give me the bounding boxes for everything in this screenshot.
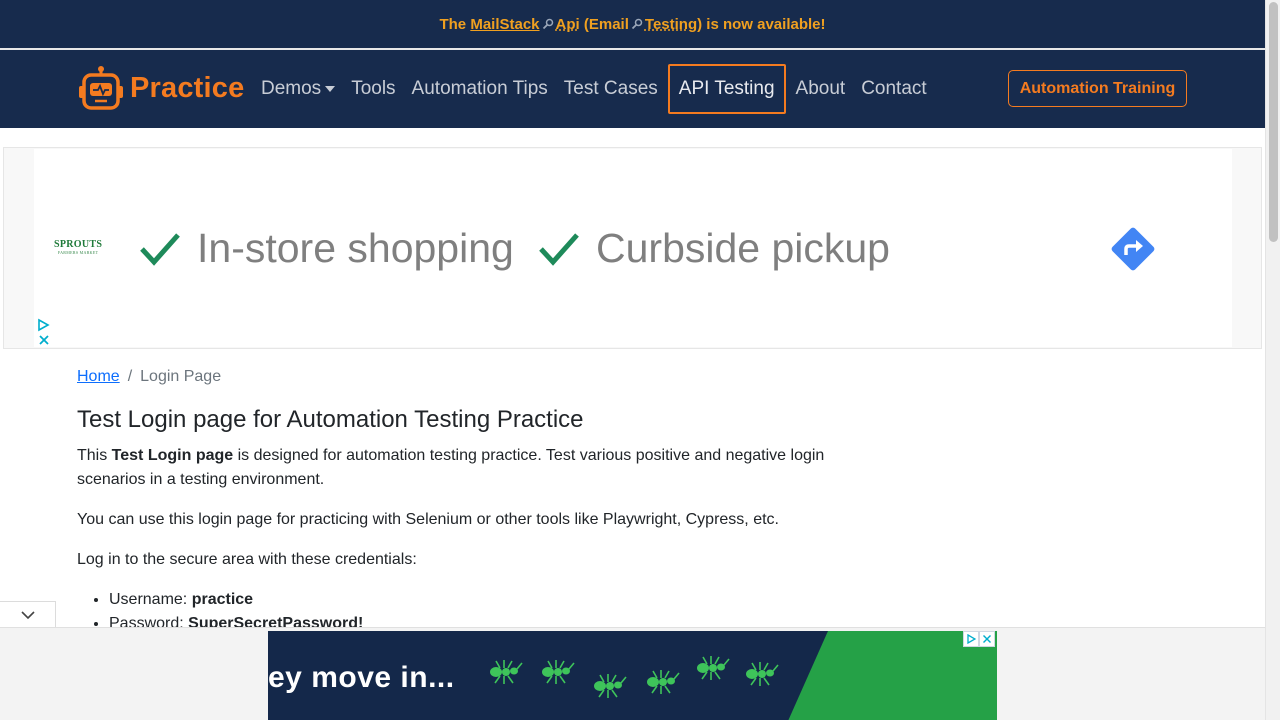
- collapse-ad-button[interactable]: [0, 601, 56, 627]
- bottom-ad-headline: ey move in...: [268, 661, 455, 694]
- intro-paragraph: This Test Login page is designed for aut…: [77, 444, 867, 492]
- navbar: Practice Demos Tools Automation Tips Tes…: [0, 50, 1265, 128]
- announcement-suffix: ) is now available!: [697, 15, 826, 33]
- bottom-ad-creative[interactable]: ey move in...: [268, 631, 997, 720]
- nav-about[interactable]: About: [788, 64, 854, 114]
- bottom-ad-controls: [963, 631, 995, 647]
- ad-brand-logo: SPROUTS FARMERS MARKET: [54, 239, 102, 255]
- close-icon[interactable]: [979, 631, 995, 647]
- ant-icon: [542, 660, 575, 684]
- ad-content[interactable]: SPROUTS FARMERS MARKET In-store shopping…: [34, 149, 1232, 347]
- search-icon: [542, 18, 553, 30]
- username-label: Username:: [109, 591, 192, 608]
- testing-link[interactable]: Testing: [645, 16, 697, 33]
- credentials-intro: Log in to the secure area with these cre…: [77, 551, 417, 568]
- nav-contact[interactable]: Contact: [853, 64, 934, 114]
- search-icon: [631, 18, 643, 30]
- adchoices-icon[interactable]: [963, 631, 979, 647]
- tools-paragraph: You can use this login page for practici…: [77, 511, 779, 528]
- check-icon: [140, 233, 180, 266]
- ant-icon: [697, 656, 730, 680]
- announcement-email-open: (Email: [583, 15, 629, 33]
- chevron-down-icon: [325, 86, 336, 92]
- username-value: practice: [191, 591, 254, 608]
- nav-automation-tips[interactable]: Automation Tips: [404, 64, 556, 114]
- announcement-prefix: The: [439, 15, 467, 33]
- page-title: Test Login page for Automation Testing P…: [77, 406, 584, 433]
- breadcrumb-current: Login Page: [140, 368, 222, 385]
- announcement-bar: The MailStack Api (Email Testing ) is no…: [0, 0, 1265, 48]
- ad-brand-logo-sub: FARMERS MARKET: [57, 250, 99, 255]
- intro-pre: This: [77, 447, 112, 464]
- close-icon[interactable]: [38, 334, 50, 346]
- ad-banner[interactable]: SPROUTS FARMERS MARKET In-store shopping…: [3, 147, 1262, 349]
- nav-api-testing[interactable]: API Testing: [667, 64, 786, 114]
- ad-brand-logo-text: SPROUTS: [54, 239, 103, 250]
- nav-demos[interactable]: Demos: [253, 64, 343, 114]
- breadcrumb: Home / Login Page: [77, 368, 221, 386]
- automation-training-button[interactable]: Automation Training: [1008, 70, 1187, 107]
- nav-links: Demos Tools Automation Tips Test Cases A…: [253, 64, 935, 114]
- directions-icon[interactable]: [1109, 225, 1157, 273]
- bottom-sticky-ad[interactable]: ey move in...: [0, 627, 1265, 720]
- breadcrumb-home[interactable]: Home: [77, 368, 120, 386]
- nav-tools[interactable]: Tools: [343, 64, 403, 114]
- adchoices-icon[interactable]: [36, 318, 50, 332]
- brand-name: Practice: [130, 71, 245, 104]
- ant-icon: [594, 674, 627, 698]
- api-link[interactable]: Api: [556, 16, 580, 33]
- ant-icon: [746, 662, 779, 686]
- check-icon: [539, 233, 579, 266]
- intro-bold: Test Login page: [111, 447, 234, 464]
- list-item: Username: practice: [109, 588, 363, 612]
- scrollbar-thumb[interactable]: [1269, 2, 1278, 242]
- nav-demos-label: Demos: [261, 78, 322, 99]
- ant-icon: [647, 670, 680, 694]
- ad-feature-in-store: In-store shopping: [197, 225, 514, 271]
- nav-test-cases[interactable]: Test Cases: [556, 64, 666, 114]
- robot-logo-icon: [79, 66, 123, 110]
- page-scrollbar[interactable]: [1265, 0, 1280, 720]
- mailstack-link[interactable]: MailStack: [470, 16, 539, 33]
- brand-link[interactable]: Practice: [78, 66, 244, 110]
- ant-icon: [490, 660, 523, 684]
- ad-feature-curbside: Curbside pickup: [596, 225, 890, 271]
- chevron-down-icon: [20, 610, 35, 619]
- breadcrumb-separator: /: [127, 368, 133, 385]
